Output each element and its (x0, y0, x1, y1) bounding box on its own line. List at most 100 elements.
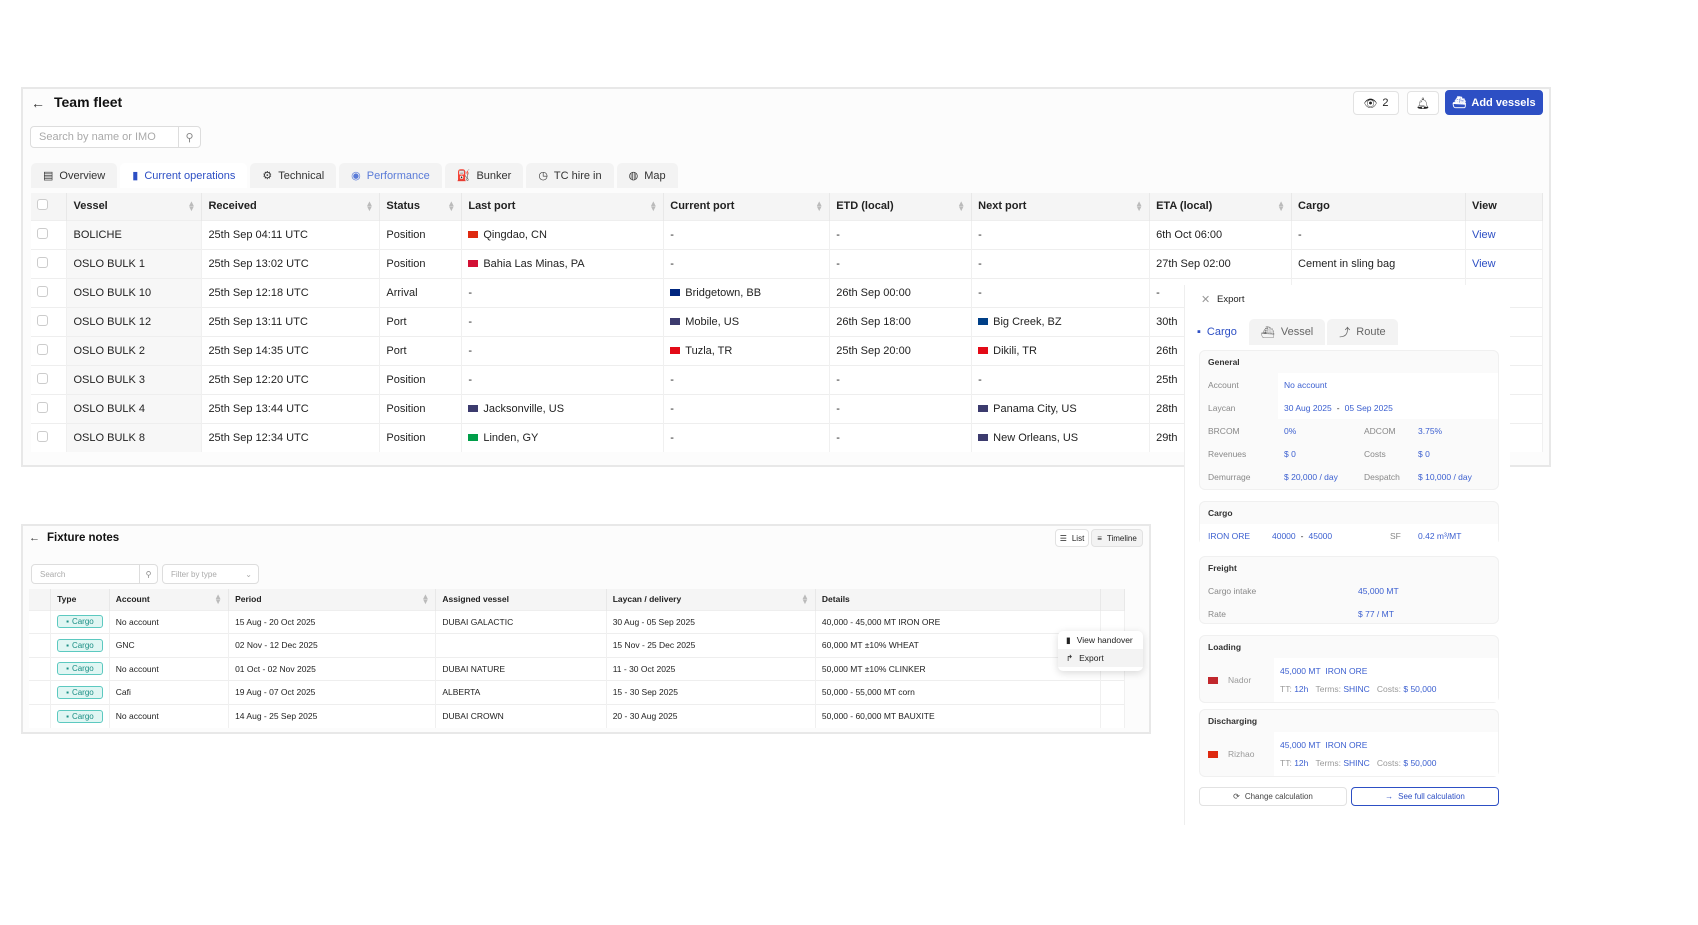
see-full-calculation-button[interactable]: → See full calculation (1351, 787, 1499, 806)
select-all-checkbox[interactable] (37, 199, 48, 211)
column-header[interactable]: Status ▲ ▼ (379, 193, 463, 220)
tab-vessel[interactable]: ⛴ Vessel (1248, 319, 1326, 345)
table-row[interactable]: ▪ Cargo GNC 02 Nov - 12 Dec 2025 15 Nov - 25… (29, 633, 1125, 657)
cargo-quantity[interactable]: 40000-45000 (1272, 531, 1382, 541)
row-checkbox[interactable] (37, 401, 48, 413)
tab-label: Vessel (1280, 326, 1314, 338)
brcom-value[interactable]: 0% (1278, 426, 1356, 436)
cell: 25th Sep 14:35 UTC (208, 344, 309, 357)
cargo-name[interactable]: IRON ORE (1325, 740, 1367, 750)
laycan-value[interactable]: 30 Aug 2025-05 Sep 2025 (1278, 396, 1498, 419)
column-header[interactable]: ETD (local) ▲ ▼ (829, 193, 973, 220)
sf-value[interactable]: 0.42 m³/MT (1418, 531, 1461, 541)
change-calculation-button[interactable]: ⟳ Change calculation (1199, 787, 1347, 806)
search-icon[interactable]: ⚲ (139, 565, 157, 583)
table-row[interactable]: ▪ Cargo Cafi 19 Aug - 07 Oct 2025 ALBERTA 15 … (29, 680, 1125, 704)
row-checkbox[interactable] (37, 430, 48, 442)
clock-icon: ◷ (538, 170, 548, 182)
notifications-button[interactable]: 🔔︎ (1407, 91, 1439, 115)
row-checkbox[interactable] (37, 314, 48, 326)
demurrage-value[interactable]: $ 20,000 / day (1278, 472, 1356, 482)
fixture-search-input[interactable]: Search ⚲ (31, 564, 158, 584)
cell: 60,000 MT ±10% WHEAT (821, 640, 919, 651)
column-header[interactable]: Account ▲ ▼ (109, 589, 230, 610)
list-view-button[interactable]: ☰ List (1055, 529, 1089, 547)
table-row[interactable]: ▪ Cargo No account 01 Oct - 02 Nov 2025 DUBA… (29, 656, 1125, 681)
view-link[interactable]: View (1472, 258, 1496, 270)
tab-label: Map (644, 169, 666, 182)
tt-value[interactable]: 12h (1294, 684, 1308, 694)
search-icon[interactable]: ⚲ (178, 127, 200, 147)
sort-icon[interactable]: ▲ ▼ (447, 200, 455, 213)
sort-icon[interactable]: ▲ ▼ (1277, 200, 1285, 213)
costs-value[interactable]: $ 0 (1418, 449, 1430, 459)
terms-value[interactable]: SHINC (1343, 684, 1369, 694)
costs-value[interactable]: $ 50,000 (1403, 758, 1436, 768)
table-row[interactable]: ▪ Cargo No account 15 Aug - 20 Oct 2025 DUBA… (29, 609, 1125, 634)
flag-icon (670, 347, 681, 355)
cargo-icon: ▪ (1197, 326, 1201, 338)
cell: Cafi (115, 687, 131, 698)
column-header[interactable]: Next port ▲ ▼ (971, 193, 1151, 220)
port-name: Nador (1228, 675, 1252, 685)
table-row[interactable]: ▪ Cargo No account 14 Aug - 25 Sep 2025 DUBA… (29, 703, 1125, 728)
sort-icon[interactable]: ▲ ▼ (365, 200, 373, 213)
row-checkbox[interactable] (37, 285, 48, 297)
tab-current-operations[interactable]: ▮ Current operations (120, 163, 248, 188)
tab-cargo[interactable]: ▪ Cargo (1187, 319, 1247, 345)
tt-value[interactable]: 12h (1294, 758, 1308, 768)
tab-performance[interactable]: ◉ Performance (339, 163, 442, 188)
row-checkbox[interactable] (37, 343, 48, 355)
back-arrow-icon[interactable]: ← (29, 532, 40, 544)
despatch-value[interactable]: $ 10,000 / day (1418, 472, 1472, 482)
tab-route[interactable]: ⤴ Route (1327, 319, 1398, 345)
account-value[interactable]: No account (1278, 373, 1498, 396)
tab-overview[interactable]: ▤ Overview (31, 163, 118, 188)
tab-technical[interactable]: ⚙ Technical (250, 163, 337, 188)
sort-icon[interactable]: ▲ ▼ (188, 200, 196, 213)
timeline-icon: ≡ (1097, 533, 1102, 543)
view-link[interactable]: View (1472, 229, 1496, 241)
menu-item-export[interactable]: ↱ Export (1058, 649, 1143, 667)
sort-icon[interactable]: ▲ ▼ (649, 200, 657, 213)
filter-type-select[interactable]: Filter by type ⌄ (162, 564, 259, 584)
add-vessels-button[interactable]: ⛴ Add vessels (1445, 90, 1543, 115)
costs-value[interactable]: $ 50,000 (1403, 684, 1436, 694)
timeline-view-button[interactable]: ≡ Timeline (1091, 529, 1143, 547)
quantity[interactable]: 45,000 MT (1280, 740, 1321, 750)
column-header[interactable]: Period ▲ ▼ (228, 589, 437, 610)
column-header[interactable]: Received ▲ ▼ (201, 193, 381, 220)
row-checkbox[interactable] (37, 372, 48, 384)
sort-icon[interactable]: ▲ ▼ (957, 200, 965, 213)
column-header[interactable]: Last port ▲ ▼ (461, 193, 665, 220)
cargo-name[interactable]: IRON ORE (1200, 531, 1272, 541)
sort-icon[interactable]: ▲ ▼ (214, 593, 222, 606)
row-checkbox[interactable] (37, 256, 48, 268)
table-row[interactable]: OSLO BULK 1 25th Sep 13:02 UTC Position Bah… (31, 248, 1544, 278)
sort-icon[interactable]: ▲ ▼ (801, 593, 809, 606)
row-checkbox[interactable] (37, 227, 48, 239)
menu-item-view-handover[interactable]: ▮ View handover (1058, 631, 1143, 649)
close-icon[interactable]: ✕ (1201, 293, 1210, 306)
vessel-search-input[interactable]: Search by name or IMO ⚲ (30, 126, 201, 148)
rate-value[interactable]: $ 77 / MT (1358, 609, 1394, 619)
terms-value[interactable]: SHINC (1343, 758, 1369, 768)
quantity[interactable]: 45,000 MT (1280, 666, 1321, 676)
tab-map[interactable]: ◍ Map (616, 163, 678, 188)
sort-icon[interactable]: ▲ ▼ (1135, 200, 1143, 213)
intake-value[interactable]: 45,000 MT (1358, 586, 1399, 596)
sort-icon[interactable]: ▲ ▼ (421, 593, 429, 606)
revenues-value[interactable]: $ 0 (1278, 449, 1356, 459)
table-row[interactable]: BOLICHE 25th Sep 04:11 UTC Position Qingdao… (31, 219, 1544, 249)
column-header[interactable]: Vessel ▲ ▼ (66, 193, 203, 220)
column-header[interactable]: ETA (local) ▲ ▼ (1149, 193, 1293, 220)
tab-bunker[interactable]: ⛽ Bunker (444, 163, 524, 188)
watchers-button[interactable]: 👁 2 (1353, 91, 1399, 115)
back-arrow-icon[interactable]: ← (31, 95, 45, 111)
adcom-value[interactable]: 3.75% (1418, 426, 1442, 436)
column-header[interactable]: Laycan / delivery ▲ ▼ (606, 589, 816, 610)
sort-icon[interactable]: ▲ ▼ (815, 200, 823, 213)
column-header[interactable]: Current port ▲ ▼ (663, 193, 831, 220)
tab-tc-hire-in[interactable]: ◷ TC hire in (526, 163, 614, 188)
cargo-name[interactable]: IRON ORE (1325, 666, 1367, 676)
